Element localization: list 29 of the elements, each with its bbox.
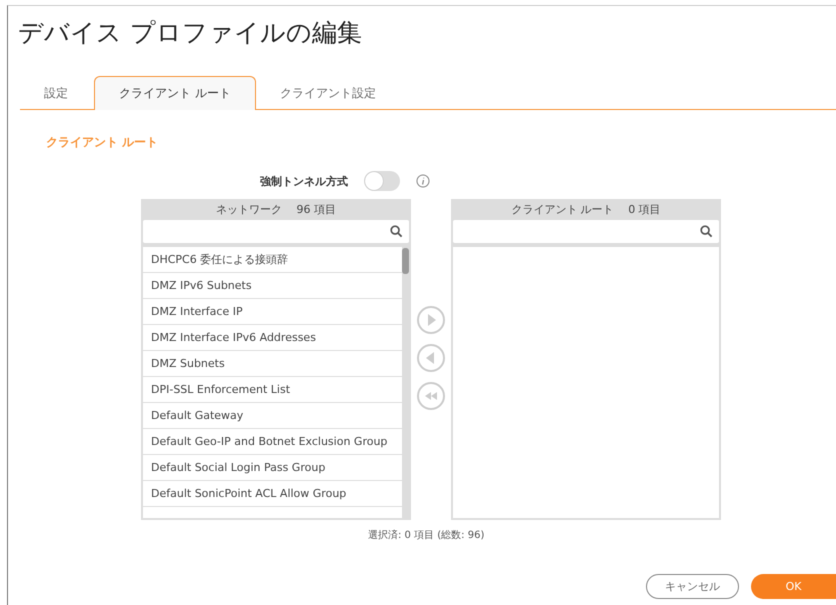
section-title: クライアント ルート [46, 134, 160, 151]
list-item[interactable]: DMZ IPv6 Subnets [143, 273, 402, 299]
search-icon[interactable] [390, 225, 403, 238]
list-item[interactable]: DMZ Subnets [143, 351, 402, 377]
list-item[interactable]: DMZ Interface IPv6 Addresses [143, 325, 402, 351]
list-item[interactable]: Default Social Login Pass Group [143, 455, 402, 481]
move-all-left-icon[interactable] [416, 381, 446, 411]
move-left-icon[interactable] [416, 343, 446, 373]
selection-summary: 選択済: 0 項目 (総数: 96) [368, 528, 486, 542]
list-header: クライアント ルート 0 項目 [510, 202, 662, 218]
list-header: ネットワーク 96 項目 [215, 202, 337, 218]
toggle-label: 強制トンネル方式 [260, 174, 348, 188]
move-right-icon[interactable] [416, 305, 446, 335]
search-field[interactable] [143, 220, 409, 243]
tab[interactable]: クライアント設定 [256, 77, 400, 110]
tab[interactable]: クライアント ルート [94, 76, 256, 110]
info-icon[interactable] [416, 174, 430, 188]
window-title: デバイス プロファイルの編集 [17, 17, 363, 49]
list-item[interactable]: Default Gateway [143, 403, 402, 429]
tunnel-toggle[interactable] [364, 171, 400, 191]
list-item[interactable]: DPI-SSL Enforcement List [143, 377, 402, 403]
list-item[interactable]: DMZ Interface IP [143, 299, 402, 325]
search-icon[interactable] [700, 225, 713, 238]
list-item[interactable]: Default Geo-IP and Botnet Exclusion Group [143, 429, 402, 455]
list-item[interactable]: Default SonicPoint ACL Allow Group [143, 481, 402, 507]
cancel-button[interactable]: キャンセル [646, 574, 739, 599]
search-field[interactable] [453, 220, 719, 243]
scrollbar[interactable] [402, 247, 409, 518]
list-item[interactable]: DHCPC6 委任による接頭辞 [143, 247, 402, 273]
